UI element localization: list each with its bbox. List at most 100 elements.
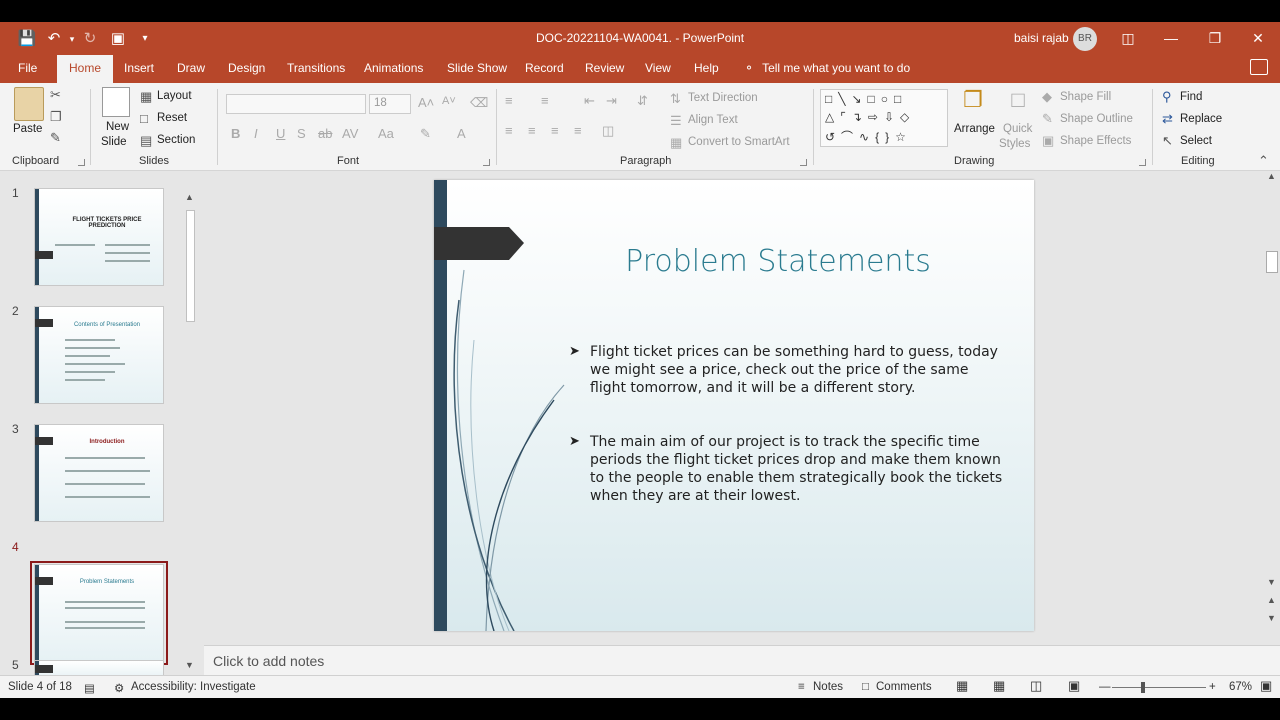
underline-icon[interactable]: U [276,126,285,141]
new-slide-icon[interactable] [102,87,130,117]
decrease-font-icon[interactable]: A˅ [442,95,456,107]
close-button[interactable]: ✕ [1243,26,1273,50]
scroll-down-icon[interactable]: ▼ [185,660,194,670]
slide-thumbnail-4[interactable]: Problem Statements [34,564,164,662]
save-icon[interactable]: 💾 [17,29,37,49]
zoom-slider-thumb[interactable] [1141,682,1145,693]
cut-icon[interactable]: ✂ [50,87,61,103]
tab-transitions[interactable]: Transitions [287,61,345,75]
layout-button[interactable]: Layout [157,90,192,102]
collapse-ribbon-icon[interactable]: ⌃ [1258,153,1269,169]
slide-show-icon[interactable]: ▣ [1068,678,1080,694]
justify-icon[interactable]: ≡ [574,123,582,138]
zoom-in-icon[interactable]: + [1209,681,1216,693]
tab-help[interactable]: Help [694,61,719,75]
align-right-icon[interactable]: ≡ [551,123,559,138]
decrease-indent-icon[interactable]: ⇤ [584,93,595,109]
scroll-down-icon[interactable]: ▼ [1267,577,1276,587]
strikethrough-icon[interactable]: ab [318,126,332,141]
font-launcher-icon[interactable] [483,159,490,166]
font-size-dropdown[interactable]: 18 [369,94,411,114]
tab-review[interactable]: Review [585,61,624,75]
slide-scrollbar[interactable]: ▲ ▼ ▲ ▼ [1264,171,1280,645]
arrange-icon[interactable]: ❐ [958,87,988,117]
user-name[interactable]: baisi rajab [1014,31,1069,45]
tell-me-search[interactable]: ⚬ Tell me what you want to do [744,61,910,75]
next-slide-icon[interactable]: ▼ [1267,613,1276,623]
scrollbar-thumb[interactable] [186,210,195,322]
tab-design[interactable]: Design [228,61,265,75]
comments-icon[interactable] [1250,59,1268,75]
notes-placeholder[interactable]: Click to add notes [213,653,324,669]
quick-styles-icon[interactable]: □ [1003,87,1033,117]
undo-dropdown-icon[interactable]: ▾ [62,29,82,49]
paste-button[interactable]: Paste [13,123,42,135]
text-direction-button[interactable]: Text Direction [688,92,758,104]
font-name-dropdown[interactable] [226,94,366,114]
bullet-1[interactable]: ➤ Flight ticket prices can be something … [569,343,999,397]
bold-icon[interactable]: B [231,126,240,141]
tab-view[interactable]: View [645,61,671,75]
zoom-slider[interactable] [1112,687,1206,688]
tab-record[interactable]: Record [525,61,564,75]
drawing-launcher-icon[interactable] [1139,159,1146,166]
paste-icon[interactable] [14,87,44,121]
highlight-icon[interactable]: ✎ [420,126,431,142]
tab-home[interactable]: Home [57,55,114,83]
numbering-icon[interactable]: ≡ [541,93,549,108]
zoom-level[interactable]: 67% [1229,681,1252,693]
reset-button[interactable]: Reset [157,112,187,124]
thumbnail-scrollbar[interactable]: ▲ ▼ [184,192,197,672]
quick-styles-label-1[interactable]: Quick [1003,123,1032,135]
line-spacing-icon[interactable]: ⇵ [637,93,648,109]
shadow-icon[interactable]: S [297,126,306,141]
align-left-icon[interactable]: ≡ [505,123,513,138]
align-center-icon[interactable]: ≡ [528,123,536,138]
clipboard-launcher-icon[interactable] [78,159,85,166]
format-painter-icon[interactable]: ✎ [50,130,61,146]
bullets-icon[interactable]: ≡ [505,93,513,108]
tab-file[interactable]: File [18,61,37,75]
select-button[interactable]: Select [1180,135,1212,147]
zoom-out-icon[interactable]: — [1099,681,1111,693]
columns-icon[interactable]: ◫ [602,123,614,139]
normal-view-icon[interactable]: ▦ [956,678,968,694]
replace-button[interactable]: Replace [1180,113,1222,125]
notes-pane[interactable]: Click to add notes [204,645,1280,675]
scroll-up-icon[interactable]: ▲ [1267,171,1276,181]
font-color-icon[interactable]: A [457,126,466,141]
shape-outline-button[interactable]: Shape Outline [1060,113,1133,125]
new-slide-label-2[interactable]: Slide [101,136,127,148]
scroll-up-icon[interactable]: ▲ [185,192,194,202]
customize-toolbar-icon[interactable]: ▾ [135,29,155,49]
copy-icon[interactable]: ❐ [50,109,62,125]
tab-draw[interactable]: Draw [177,61,205,75]
avatar[interactable]: BR [1073,27,1097,51]
comments-button[interactable]: Comments [876,681,932,693]
slide-thumbnail-3[interactable]: Introduction [34,424,164,522]
undo-icon[interactable]: ↶ [44,29,64,49]
tab-insert[interactable]: Insert [124,61,154,75]
new-slide-label-1[interactable]: New [106,121,129,133]
slide-arrow-shape[interactable] [434,227,524,260]
align-text-button[interactable]: Align Text [688,114,738,126]
slide-thumbnail-2[interactable]: Contents of Presentation [34,306,164,404]
minimize-button[interactable]: — [1156,26,1186,50]
tab-slide-show[interactable]: Slide Show [447,61,507,75]
change-case-icon[interactable]: Aa [378,126,394,141]
fit-to-window-icon[interactable]: ▣ [1260,678,1272,694]
increase-indent-icon[interactable]: ⇥ [606,93,617,109]
bullet-2[interactable]: ➤ The main aim of our project is to trac… [569,433,1014,505]
quick-styles-label-2[interactable]: Styles [999,138,1030,150]
shape-effects-button[interactable]: Shape Effects [1060,135,1131,147]
previous-slide-icon[interactable]: ▲ [1267,595,1276,605]
redo-icon[interactable]: ↻ [80,29,100,49]
arrange-button[interactable]: Arrange [954,123,995,135]
restore-button[interactable]: ❐ [1200,26,1230,50]
increase-font-icon[interactable]: A˄ [418,95,434,110]
spell-check-icon[interactable]: ▤ [84,681,95,695]
present-from-start-icon[interactable]: ▣ [108,29,128,49]
shape-fill-button[interactable]: Shape Fill [1060,91,1111,103]
accessibility-status[interactable]: Accessibility: Investigate [131,681,256,693]
clear-formatting-icon[interactable]: ⌫ [470,95,488,111]
